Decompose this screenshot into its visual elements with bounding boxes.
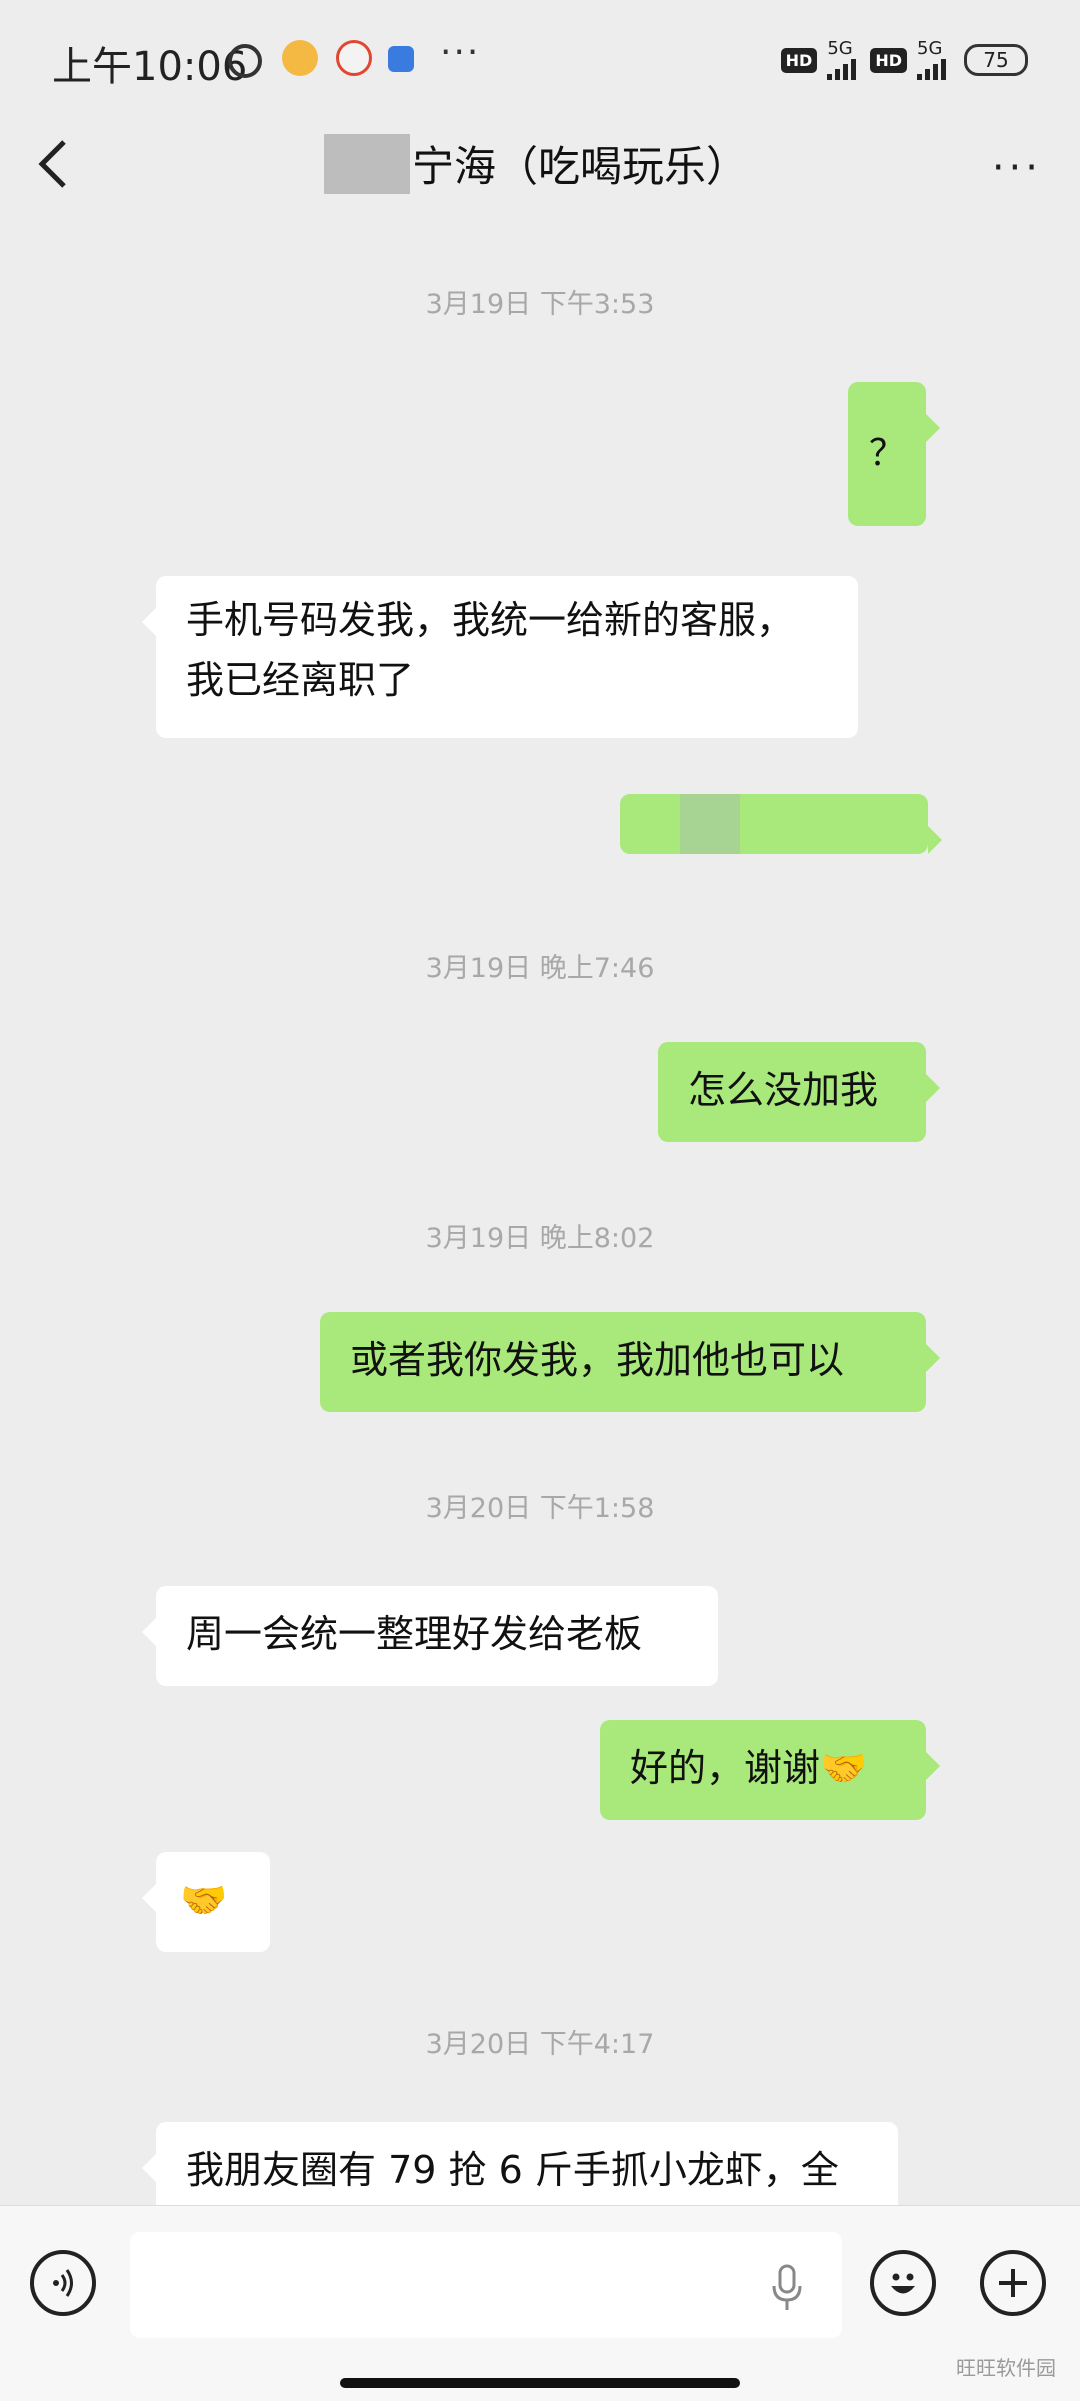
outgoing-message[interactable]: ？ (848, 382, 940, 526)
avatar[interactable] (928, 362, 1050, 484)
signal-bars-icon-2 (917, 58, 946, 80)
message-text: 周一会统一整理好发给老板 (186, 1612, 643, 1656)
plus-button[interactable] (980, 2250, 1046, 2316)
avatar[interactable] (928, 794, 1050, 854)
signal-1: 5G (827, 38, 857, 80)
avatar[interactable] (32, 568, 154, 690)
incoming-message[interactable]: 我朋友圈有 79 抢 6 斤手抓小龙虾，全 (142, 2122, 898, 2205)
message-input[interactable] (130, 2232, 842, 2338)
more-notifications-icon: ··· (440, 32, 481, 73)
more-dots-icon[interactable]: ··· (992, 145, 1042, 191)
hd-badge: HD (780, 47, 818, 73)
title-redacted-block (324, 134, 410, 194)
message-text: 怎么没加我 (688, 1068, 879, 1112)
voice-icon (53, 2269, 73, 2297)
avatar[interactable] (32, 1850, 154, 1972)
message-text-line: 手机号码发我，我统一给新的客服， (186, 598, 795, 642)
message-text: ？ (868, 433, 905, 474)
avatar[interactable] (32, 2120, 154, 2205)
voice-button[interactable] (30, 2250, 96, 2316)
timestamp: 3月20日 下午4:17 (425, 2029, 655, 2060)
input-bar (0, 2205, 1080, 2401)
alarm-icon (228, 44, 262, 78)
network-type-2: 5G (917, 38, 943, 59)
microphone-icon[interactable] (770, 2264, 804, 2314)
message-text: 🤝 (180, 1878, 228, 1922)
outgoing-message[interactable]: 好的，谢谢🤝 (600, 1720, 940, 1820)
outgoing-message-redacted[interactable] (620, 794, 942, 854)
emoji-icon (891, 2273, 915, 2294)
home-indicator[interactable] (340, 2378, 740, 2388)
battery-indicator: 75 (964, 44, 1028, 76)
incoming-message[interactable]: 手机号码发我，我统一给新的客服， 我已经离职了 (142, 576, 858, 738)
app-notification-icon-2 (388, 46, 414, 72)
signal-bars-icon (827, 58, 857, 80)
message-text: 好的，谢谢🤝 (630, 1746, 868, 1790)
chat-area[interactable]: 3月19日 下午3:53 ？ 手机号码发我，我统一给新的客服， 我已经离职了 3… (0, 230, 1080, 2205)
status-right: HD 5G HD 5G 75 (780, 38, 1028, 80)
weibo-icon (336, 40, 372, 76)
message-text-line: 我已经离职了 (186, 658, 415, 702)
timestamp: 3月19日 晚上8:02 (425, 1223, 655, 1254)
hd-badge-2: HD (870, 47, 907, 73)
chat-title: 宁海（吃喝玩乐） (412, 142, 749, 191)
timestamp: 3月19日 下午3:53 (425, 289, 655, 320)
status-bar: 上午10:06 ··· HD 5G HD 5G 75 (0, 0, 1080, 120)
plus-icon (999, 2269, 1027, 2297)
avatar[interactable] (928, 1042, 1050, 1164)
message-text: 或者我你发我，我加他也可以 (350, 1338, 845, 1382)
message-text: 我朋友圈有 79 抢 6 斤手抓小龙虾，全 (186, 2148, 839, 2192)
chevron-left-icon[interactable] (32, 136, 76, 192)
outgoing-message[interactable]: 怎么没加我 (658, 1042, 940, 1142)
watermark: 旺旺软件园 (956, 2356, 1056, 2380)
emoji-button[interactable] (870, 2250, 936, 2316)
incoming-message[interactable]: 🤝 (142, 1852, 270, 1952)
app-notification-icon (282, 40, 318, 76)
avatar[interactable] (928, 1720, 1050, 1842)
avatar[interactable] (26, 1586, 148, 1708)
signal-2: 5G (917, 40, 946, 80)
redacted-block (680, 794, 740, 854)
incoming-message[interactable]: 周一会统一整理好发给老板 (142, 1586, 718, 1686)
avatar[interactable] (928, 1290, 1050, 1412)
status-time: 上午10:06 (52, 44, 248, 90)
timestamp: 3月19日 晚上7:46 (425, 953, 655, 984)
network-type: 5G (827, 38, 853, 59)
timestamp: 3月20日 下午1:58 (425, 1493, 655, 1524)
outgoing-message[interactable]: 或者我你发我，我加他也可以 (320, 1312, 940, 1412)
